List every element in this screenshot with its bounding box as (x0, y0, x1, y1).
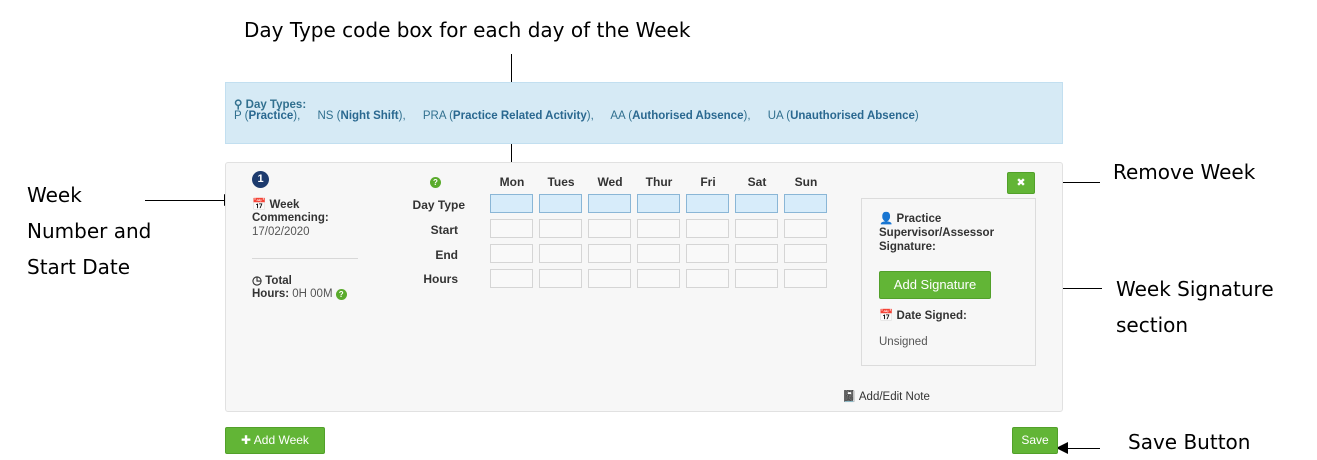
annotation-week-signature: Week Signature section (1116, 277, 1274, 337)
day-type-input-wed[interactable] (588, 194, 631, 213)
calendar-icon: 📅 (879, 310, 894, 322)
day-type-input-tues[interactable] (539, 194, 582, 213)
week-number-badge: 1 (252, 171, 269, 188)
day-type-input-fri[interactable] (686, 194, 729, 213)
end-time-input[interactable] (735, 244, 778, 263)
help-icon[interactable]: ? (430, 177, 441, 188)
end-time-input[interactable] (490, 244, 533, 263)
annotation-arrow-week (145, 200, 227, 201)
remove-week-button[interactable]: ✖ (1007, 172, 1035, 194)
save-button[interactable]: Save (1012, 427, 1058, 454)
add-signature-button[interactable]: Add Signature (879, 271, 991, 299)
day-header-thur: Thur (645, 175, 673, 189)
day-type-legend-item: PRA (Practice Related Activity), (422, 110, 594, 122)
end-time-input[interactable] (637, 244, 680, 263)
end-time-input[interactable] (588, 244, 631, 263)
add-edit-note-link[interactable]: 📓 Add/Edit Note (842, 389, 930, 403)
day-type-input-sun[interactable] (784, 194, 827, 213)
start-time-input[interactable] (588, 219, 631, 238)
close-icon: ✖ (1016, 177, 1026, 189)
start-time-input[interactable] (735, 219, 778, 238)
divider (252, 258, 358, 259)
day-type-input-thur[interactable] (637, 194, 680, 213)
day-type-legend-item: NS (Night Shift), (317, 110, 406, 122)
hours-cell (686, 269, 729, 288)
hours-cell (637, 269, 680, 288)
annotation-day-type-box: Day Type code box for each day of the We… (244, 18, 691, 42)
row-label-day-type: Day Type (412, 198, 465, 212)
row-label-start: Start (430, 223, 458, 237)
day-type-legend-item: UA (Unauthorised Absence) (767, 110, 919, 122)
annotation-week-number: Week Number and Start Date (27, 183, 152, 279)
user-icon: 👤 (879, 213, 894, 225)
day-header-wed: Wed (597, 175, 623, 189)
clock-icon: ◷ (252, 275, 263, 287)
hours-cell (735, 269, 778, 288)
start-time-input[interactable] (490, 219, 533, 238)
week-commencing-date: 17/02/2020 (252, 226, 310, 238)
hours-cell (784, 269, 827, 288)
annotation-remove-week: Remove Week (1113, 160, 1256, 184)
help-icon[interactable]: ? (335, 289, 347, 300)
total-hours-value: 0H 00M (292, 288, 333, 300)
day-type-legend-item: P (Practice), (234, 110, 301, 122)
end-time-input[interactable] (539, 244, 582, 263)
day-types-list: P (Practice), NS (Night Shift), PRA (Pra… (234, 110, 933, 122)
day-header-sun: Sun (794, 175, 818, 189)
end-time-input[interactable] (686, 244, 729, 263)
day-header-mon: Mon (499, 175, 525, 189)
day-type-legend-item: AA (Authorised Absence), (610, 110, 751, 122)
add-week-button[interactable]: ✚ Add Week (225, 427, 325, 454)
total-hours: ◷ Total Hours: 0H 00M ? (252, 275, 347, 301)
start-time-input[interactable] (686, 219, 729, 238)
hours-cell (490, 269, 533, 288)
week-commencing: 📅 Week Commencing: 17/02/2020 (252, 199, 329, 238)
book-icon: 📓 (842, 391, 857, 403)
date-signed-label: 📅 Date Signed: (879, 310, 967, 322)
hours-cell (588, 269, 631, 288)
start-time-input[interactable] (539, 219, 582, 238)
row-label-hours: Hours (423, 272, 458, 286)
start-time-input[interactable] (784, 219, 827, 238)
signature-label: 👤 Practice Supervisor/Assessor Signature… (879, 213, 995, 253)
date-signed-value: Unsigned (879, 336, 928, 348)
day-type-input-mon[interactable] (490, 194, 533, 213)
day-header-fri: Fri (700, 175, 716, 189)
day-types-banner: ⚲ Day Types: P (Practice), NS (Night Shi… (225, 82, 1063, 144)
plus-icon: ✚ (241, 433, 252, 447)
day-type-input-sat[interactable] (735, 194, 778, 213)
start-time-input[interactable] (637, 219, 680, 238)
row-label-end: End (435, 248, 458, 262)
day-header-sat: Sat (747, 175, 767, 189)
calendar-icon: 📅 (252, 199, 267, 211)
hours-cell (539, 269, 582, 288)
day-header-tues: Tues (547, 175, 575, 189)
annotation-save-button: Save Button (1128, 430, 1251, 454)
end-time-input[interactable] (784, 244, 827, 263)
annotation-arrow-save (1068, 448, 1100, 449)
